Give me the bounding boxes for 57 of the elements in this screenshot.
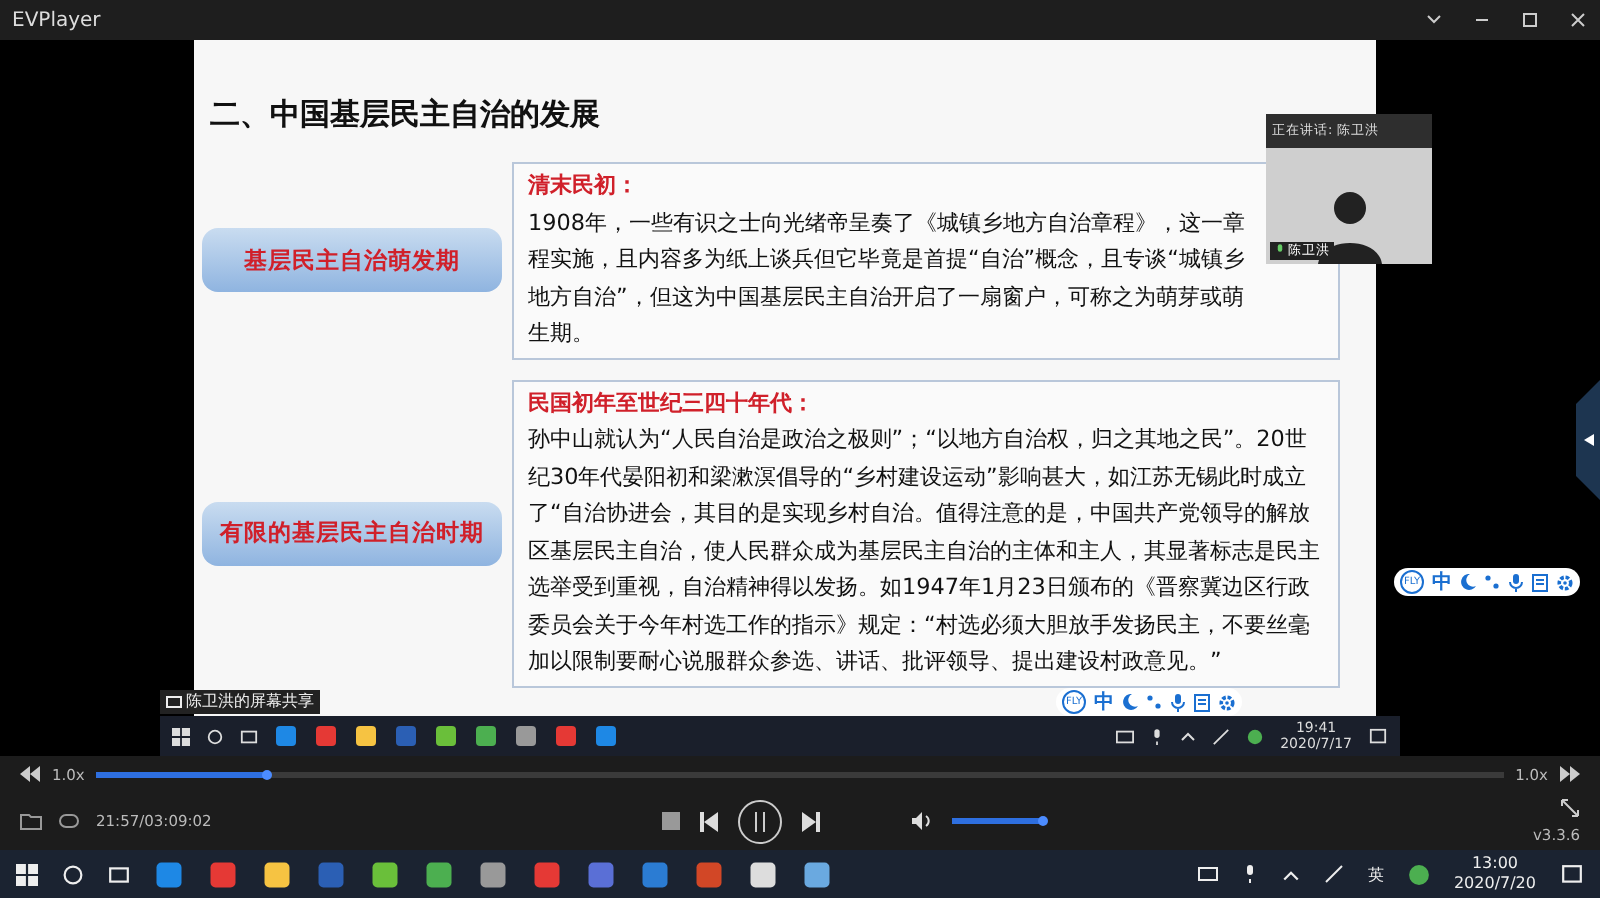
moon-icon[interactable] [1460,574,1476,590]
stop-icon[interactable] [662,812,681,830]
input-language-indicator[interactable]: 英 [1367,863,1384,885]
app-icon[interactable] [474,724,498,748]
rewind-icon[interactable] [20,766,40,782]
caret-left-icon [1583,434,1593,446]
section-heading: 民国初年至世纪三四十年代： [528,387,816,419]
volume-slider[interactable] [952,818,1043,824]
period-label: 基层民主自治萌发期 [202,228,502,293]
app-icon[interactable] [478,859,508,889]
previous-icon[interactable] [700,811,719,831]
maximize-icon[interactable] [1520,10,1540,30]
app-icon[interactable] [370,859,400,889]
chevron-up-icon[interactable] [1180,728,1197,744]
monitor-icon [166,695,182,709]
section-paragraph: 孙中山就认为“人民自治是政治之极则”；“以地方自治权，归之其地之民”。20世纪30年代晏阳初和梁漱溟倡导的“乡村建设运动”影响甚大，如江苏无锡此时成立了“自治协进会，其目的是实现乡村自治。值得注意的是，中国共产党领导的解放区基层民主自治，使人民群众成为基层民主自治的主体和主人，其显著标志是民主选举受到重视，自治精神得以发扬。如1947年1月23日颁布的《晋察冀边区行政委员会关于今年村选工作的指示》规定：“村选必须大胆放手发扬民主，不要丝毫加以限制要耐心说服群众参选、讲话、批评领导、提出建设村政意见。” [528,424,1322,678]
notification-icon[interactable] [1368,727,1388,745]
input-mode-toggle[interactable]: 中 [1432,568,1452,596]
input-mode-toggle[interactable]: 中 [1094,688,1114,716]
moon-icon[interactable] [1122,694,1138,710]
app-icon[interactable] [748,859,778,889]
clock[interactable]: 13:00 2020/7/20 [1453,854,1536,894]
app-icon[interactable] [262,859,292,889]
app-icon[interactable] [424,859,454,889]
windows-icon[interactable] [172,727,190,745]
screen-share-label: 陈卫洪的屏幕共享 [186,690,314,714]
app-icon[interactable] [434,724,458,748]
settings-icon[interactable] [1556,573,1574,591]
pause-button[interactable] [738,799,783,843]
section-heading: 清末民初： [528,170,640,202]
document-icon[interactable] [1532,573,1548,591]
settings-icon[interactable] [1218,693,1236,711]
window-title: EVPlayer [12,9,103,31]
next-icon[interactable] [802,811,821,831]
punctuation-icon[interactable] [1146,694,1162,710]
pause-icon[interactable] [752,811,769,831]
app-icon[interactable] [514,724,538,748]
search-icon[interactable] [62,863,84,885]
search-icon[interactable] [206,727,224,745]
period-label: 有限的基层民主自治时期 [202,501,502,565]
app-icon[interactable] [354,724,378,748]
circle-icon[interactable] [1407,863,1430,885]
notification-icon[interactable] [1560,863,1584,885]
volume-icon[interactable] [912,812,933,830]
task-view-icon[interactable] [240,727,258,745]
punctuation-icon[interactable] [1484,574,1500,590]
close-icon[interactable] [1568,10,1588,30]
folder-icon[interactable] [20,812,42,830]
windows-icon[interactable] [16,863,38,885]
document-icon[interactable] [1194,693,1210,711]
circle-icon[interactable] [1246,727,1265,745]
fast-forward-icon[interactable] [1560,766,1580,782]
task-view-icon[interactable] [108,863,130,885]
slide-title: 二、中国基层民主自治的发展 [210,96,600,134]
app-icon[interactable] [802,859,832,889]
fullscreen-icon[interactable] [1560,798,1581,818]
section-paragraph: 1908年，一些有识之士向光绪帝呈奏了《城镇乡地方自治章程》，这一章程实施，且内容多为纸上谈兵但它毕竟是首提“自治”概念，且专谈“城镇乡地方自治”，但这为中国基层民主自治开启了一扇窗户，可称之为萌芽或萌生期。 [528,207,1247,350]
